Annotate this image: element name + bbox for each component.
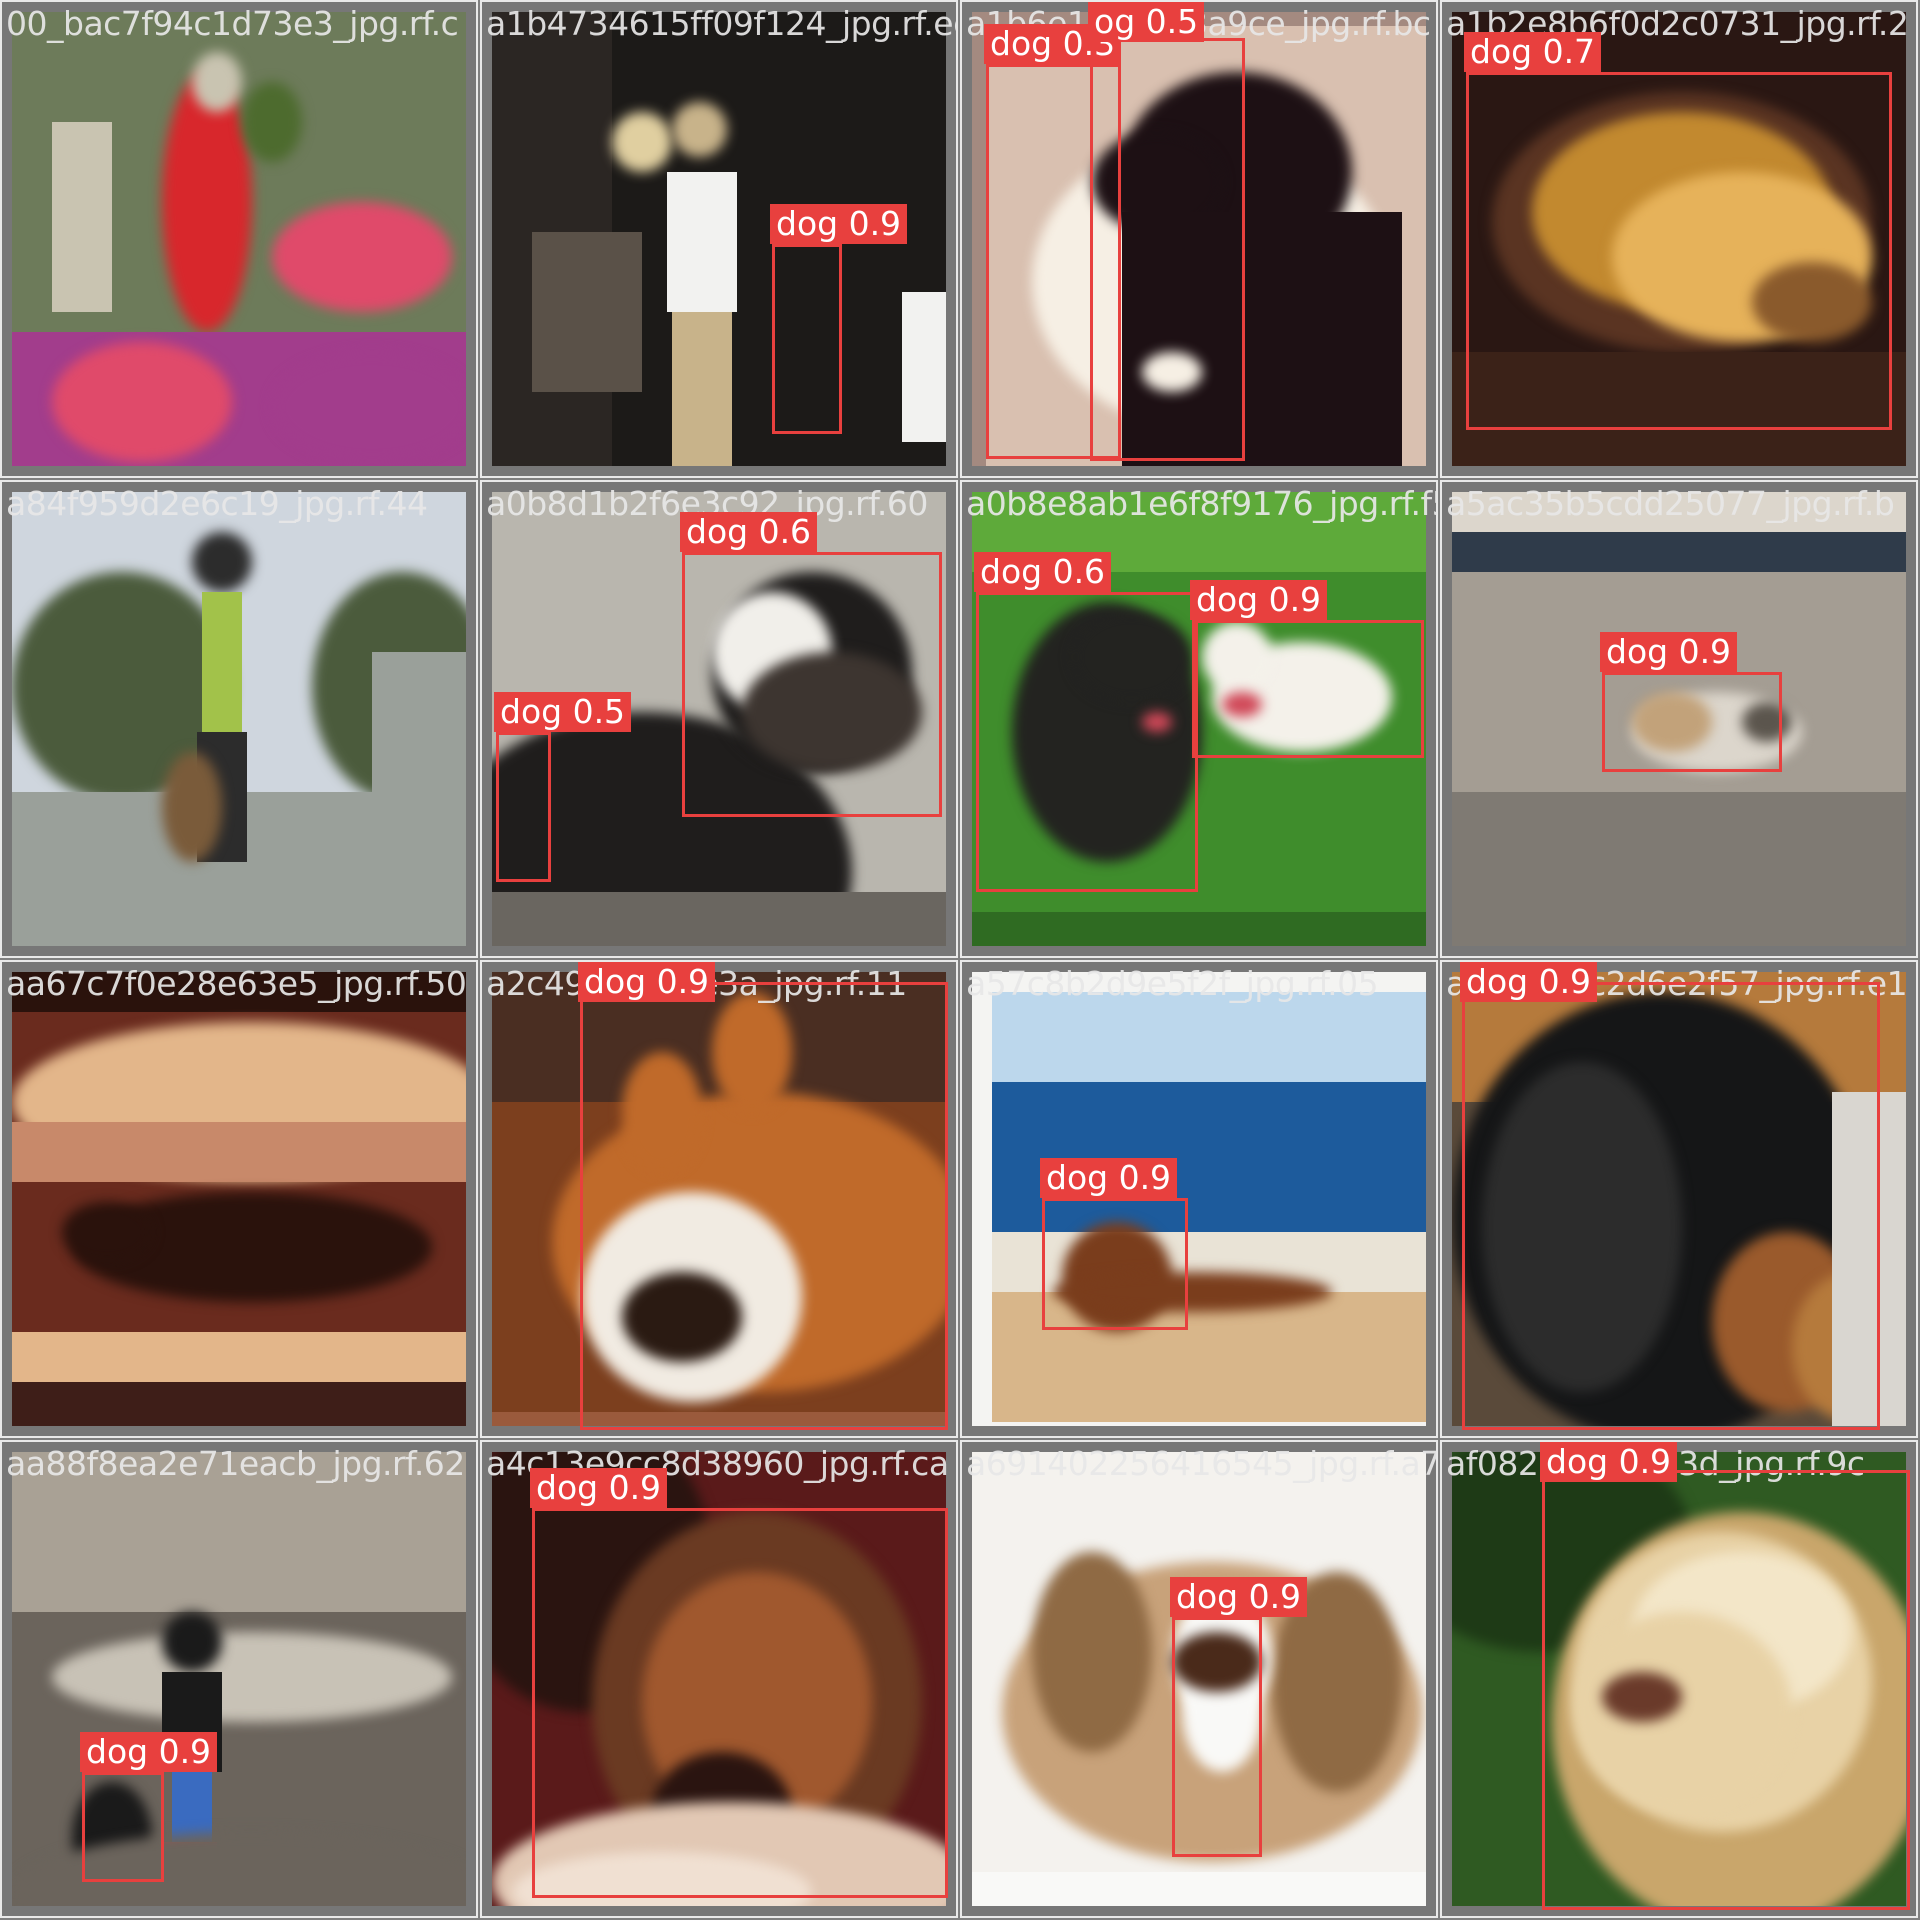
detection-label: dog 0.9 <box>1600 632 1738 672</box>
scene-shape <box>162 1612 222 1672</box>
photo <box>12 1452 466 1906</box>
scene-shape <box>902 292 946 442</box>
detection-label: dog 0.9 <box>770 204 908 244</box>
photo <box>972 972 1426 1426</box>
detection-label: dog 0.9 <box>80 1732 218 1772</box>
filename-label: a84f959d2e6c19_jpg.rf.44 <box>6 484 428 523</box>
image-tile: a0b8d1b2f6e3c92_jpg.rf.60 dog 0.6 dog 0.5 <box>480 480 958 958</box>
image-tile: a5ac35b5cdd25077_jpg.rf.bdog 0.9 <box>1440 480 1918 958</box>
image-tile: a2c49f0b0b0e3a_jpg.rf.11dog 0.9 <box>480 960 958 1438</box>
detection-box <box>580 982 948 1430</box>
photo <box>12 972 466 1426</box>
detection-label: dog 0.9 <box>1190 580 1328 620</box>
filename-label: 00_bac7f94c1d73e3_jpg.rf.c <box>6 4 459 43</box>
scene-shape <box>1032 1552 1152 1752</box>
detection-box <box>1172 1617 1262 1857</box>
scene-shape <box>667 172 737 312</box>
detection-label: dog 0.9 <box>1460 962 1598 1002</box>
scene-shape <box>242 82 302 162</box>
image-tile: a1b6e1c1b0d3a9ce_jpg.rf.bcdog 0.3og 0.5 <box>960 0 1438 478</box>
detection-label: dog 0.6 <box>680 512 818 552</box>
detection-label: dog 0.6 <box>974 552 1112 592</box>
photo-scene <box>12 972 466 1426</box>
filename-label: a57c8b2d9e5f2f_jpg.rf.05 <box>966 964 1379 1003</box>
detection-label: dog 0.9 <box>1540 1442 1678 1482</box>
image-tile: a691402256416545_jpg.rf.a7dog 0.9 <box>960 1440 1438 1918</box>
image-tile: 00_bac7f94c1d73e3_jpg.rf.c <box>0 0 478 478</box>
filename-label: a5ac35b5cdd25077_jpg.rf.b <box>1446 484 1895 523</box>
filename-label: a0b8e8ab1e6f8f9176_jpg.rf.f5 <box>966 484 1438 523</box>
detection-label: dog 0.7 <box>1464 32 1602 72</box>
image-tile: af082c4b9e6d3d_jpg.rf.9cdog 0.9 <box>1440 1440 1918 1918</box>
detection-box <box>682 552 942 817</box>
scene-shape <box>202 592 242 732</box>
photo-scene <box>12 12 466 466</box>
detection-box <box>1042 1198 1188 1330</box>
scene-shape <box>1452 792 1906 946</box>
detection-box <box>82 1772 164 1882</box>
image-tile: a57c8b2d9e5f2f_jpg.rf.05dog 0.9 <box>960 960 1438 1438</box>
scene-shape <box>272 352 466 462</box>
scene-shape <box>1452 532 1906 572</box>
detection-box <box>976 592 1198 892</box>
photo-scene <box>972 972 1426 1426</box>
scene-shape <box>272 202 452 312</box>
detection-label: dog 0.9 <box>1040 1158 1178 1198</box>
scene-shape <box>492 892 946 946</box>
detection-box <box>1542 1470 1910 1910</box>
image-tile: a1b4734615ff09f124_jpg.rf.eedog 0.9 <box>480 0 958 478</box>
scene-shape <box>672 102 727 157</box>
detection-box <box>772 244 842 434</box>
image-grid: 00_bac7f94c1d73e3_jpg.rf.c a1b4734615ff09… <box>0 0 1920 1920</box>
photo-scene <box>12 1452 466 1906</box>
detection-box <box>532 1508 948 1898</box>
scene-shape <box>672 312 732 466</box>
image-tile: aa88f8ea2e71eacb_jpg.rf.62dog 0.9 <box>0 1440 478 1918</box>
scene-shape <box>12 1122 466 1182</box>
detection-box <box>1466 72 1892 430</box>
detection-label: dog 0.9 <box>530 1468 668 1508</box>
image-tile: a0b8e8ab1e6f8f9176_jpg.rf.f5dog 0.6 dog 0… <box>960 480 1438 958</box>
detection-label: og 0.5 <box>1088 2 1205 42</box>
detection-label: dog 0.5 <box>494 692 632 732</box>
scene-shape <box>532 232 642 392</box>
image-tile: a60b2e1c2d6e2f57_jpg.rf.e1 dog 0.9 <box>1440 960 1918 1438</box>
scene-shape <box>12 1382 466 1426</box>
detection-box <box>1090 38 1245 461</box>
image-tile: a84f959d2e6c19_jpg.rf.44 <box>0 480 478 958</box>
image-tile: aa67c7f0e28e63e5_jpg.rf.50 <box>0 960 478 1438</box>
scene-shape <box>62 1202 152 1262</box>
filename-label: aa88f8ea2e71eacb_jpg.rf.62 <box>6 1444 465 1483</box>
image-tile: a4c13e9cc8d38960_jpg.rf.ca dog 0.9 <box>480 1440 958 1918</box>
photo <box>12 12 466 466</box>
photo-scene <box>12 492 466 946</box>
scene-shape <box>162 72 252 332</box>
detection-label: dog 0.9 <box>578 962 716 1002</box>
detection-box <box>1192 620 1424 758</box>
detection-box <box>1462 982 1880 1430</box>
filename-label: a1b4734615ff09f124_jpg.rf.ee <box>486 4 958 43</box>
scene-shape <box>972 912 1426 946</box>
filename-label: aa67c7f0e28e63e5_jpg.rf.50 <box>6 964 467 1003</box>
detection-box <box>1602 672 1782 772</box>
detection-box <box>496 732 551 882</box>
image-tile: a1b2e8b6f0d2c0731_jpg.rf.2 dog 0.7 <box>1440 0 1918 478</box>
scene-shape <box>972 1872 1426 1906</box>
detection-label: dog 0.9 <box>1170 1577 1308 1617</box>
scene-shape <box>192 52 242 112</box>
scene-shape <box>612 112 672 172</box>
scene-shape <box>52 342 232 462</box>
scene-shape <box>192 532 252 592</box>
scene-shape <box>52 1632 452 1722</box>
scene-shape <box>162 752 222 862</box>
filename-label: a691402256416545_jpg.rf.a7 <box>966 1444 1438 1483</box>
photo <box>12 492 466 946</box>
